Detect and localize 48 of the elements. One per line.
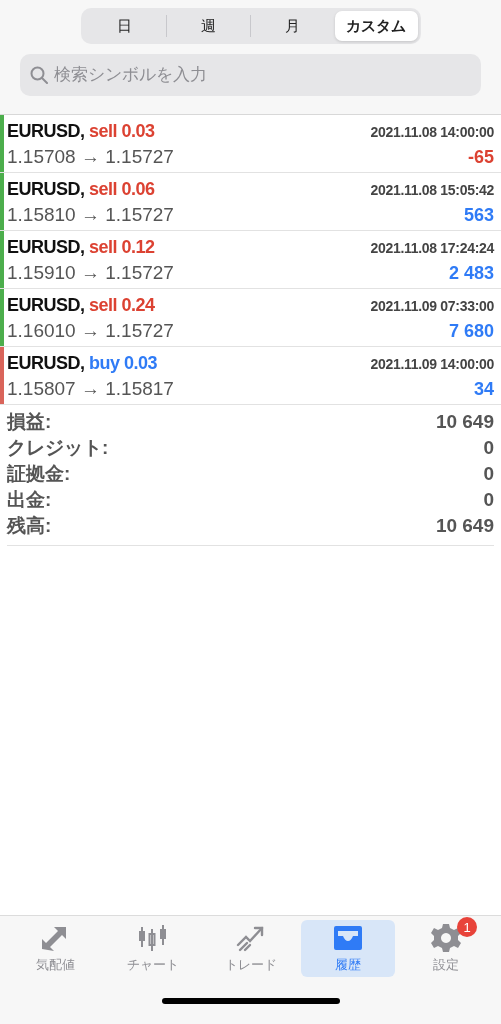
summary-label: 損益: — [7, 410, 52, 434]
deal-profit: -65 — [468, 147, 494, 168]
deal-symbol: EURUSD, — [7, 237, 85, 257]
notification-badge: 1 — [457, 917, 477, 937]
period-tab[interactable]: 月 — [251, 11, 334, 41]
summary-value: 0 — [483, 489, 494, 511]
summary-label: 証拠金: — [7, 462, 71, 486]
deal-time: 2021.11.09 14:00:00 — [370, 356, 494, 372]
deal-symbol: EURUSD, — [7, 121, 85, 141]
deal-row[interactable]: EURUSD, sell 0.24 2021.11.09 07:33:00 1.16010 → 1.15727 7 680 — [0, 289, 501, 347]
summary-label: クレジット: — [7, 436, 109, 460]
deal-order: sell 0.03 — [89, 121, 155, 141]
deal-order: sell 0.06 — [89, 179, 155, 199]
summary-value: 10 649 — [435, 411, 494, 433]
deal-symbol: EURUSD, — [7, 353, 85, 373]
deal-time: 2021.11.08 14:00:00 — [370, 124, 494, 140]
deal-row[interactable]: EURUSD, sell 0.12 2021.11.08 17:24:24 1.15910 → 1.15727 2 483 — [0, 231, 501, 289]
period-tab[interactable]: 日 — [83, 11, 167, 41]
summary-value: 0 — [483, 437, 494, 459]
summary-value: 0 — [483, 463, 494, 485]
deal-time: 2021.11.08 15:05:42 — [370, 182, 494, 198]
deal-prices: 1.15810 → 1.15727 — [7, 204, 174, 226]
deal-row[interactable]: EURUSD, sell 0.06 2021.11.08 15:05:42 1.15810 → 1.15727 563 — [0, 173, 501, 231]
deal-prices: 1.16010 → 1.15727 — [7, 320, 174, 342]
deal-prices: 1.15708 → 1.15727 — [7, 146, 174, 168]
search-field[interactable]: 検索シンボルを入力 — [20, 54, 481, 96]
deal-profit: 2 483 — [448, 263, 494, 284]
period-tab[interactable]: 週 — [167, 11, 250, 41]
summary-label: 残高: — [7, 514, 52, 538]
deal-profit: 7 680 — [448, 321, 494, 342]
deal-profit: 34 — [473, 379, 494, 400]
deal-row[interactable]: EURUSD, sell 0.03 2021.11.08 14:00:00 1.15708 → 1.15727 -65 — [0, 115, 501, 173]
deal-prices: 1.15910 → 1.15727 — [7, 262, 174, 284]
period-tab[interactable]: カスタム — [334, 11, 418, 41]
settings-icon — [429, 923, 463, 953]
deal-order: buy 0.03 — [89, 353, 158, 373]
deal-row[interactable]: EURUSD, buy 0.03 2021.11.09 14:00:00 1.15807 → 1.15817 34 — [0, 347, 501, 405]
tab-bar-item[interactable]: 1 設定 — [399, 920, 493, 977]
summary-value: 10 649 — [435, 515, 494, 537]
deal-order: sell 0.24 — [89, 295, 155, 315]
summary-label: 出金: — [7, 488, 52, 512]
deal-profit: 563 — [463, 205, 494, 226]
deal-symbol: EURUSD, — [7, 295, 85, 315]
deal-symbol: EURUSD, — [7, 179, 85, 199]
deal-prices: 1.15807 → 1.15817 — [7, 378, 174, 400]
deal-time: 2021.11.08 17:24:24 — [370, 240, 494, 256]
deal-order: sell 0.12 — [89, 237, 155, 257]
deal-time: 2021.11.09 07:33:00 — [370, 298, 494, 314]
